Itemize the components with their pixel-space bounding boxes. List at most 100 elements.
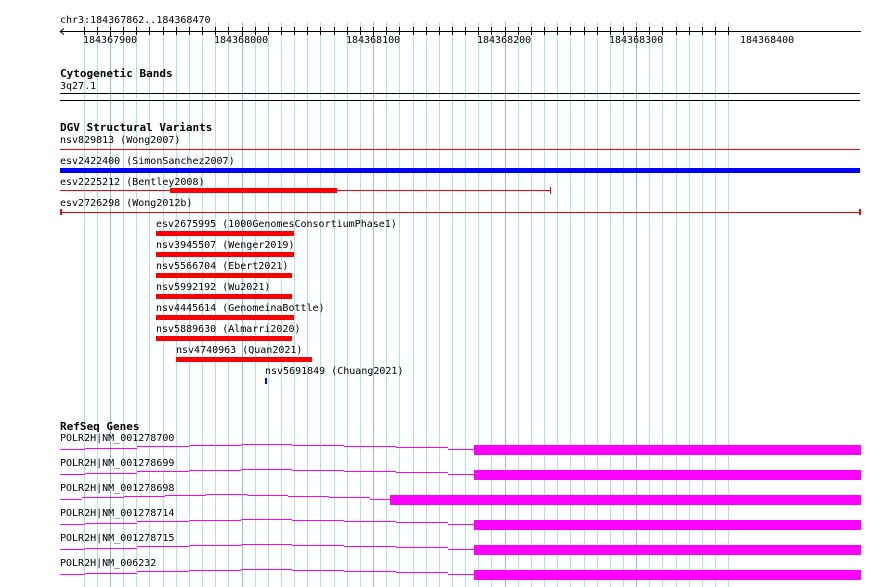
variant-bar[interactable] <box>265 378 267 384</box>
variant-bar[interactable] <box>156 315 294 320</box>
cytoband-line[interactable] <box>60 93 860 94</box>
gene-label: POLR2H|NM_001278699 <box>60 458 175 469</box>
intron-line[interactable] <box>85 448 137 449</box>
intron-line[interactable] <box>396 447 448 448</box>
exon-block[interactable] <box>474 545 861 555</box>
variant-label: nsv4740963 (Quan2021) <box>176 345 303 356</box>
variant-bar[interactable] <box>156 336 292 341</box>
variant-bar[interactable] <box>60 168 860 173</box>
variant-label: nsv5889630 (Almarri2020) <box>156 324 301 335</box>
intron-line[interactable] <box>292 470 344 471</box>
variant-bar[interactable] <box>156 252 294 257</box>
variant-bar[interactable] <box>550 187 551 194</box>
intron-line[interactable] <box>448 474 474 475</box>
intron-line[interactable] <box>288 496 329 497</box>
variant-label: nsv3945507 (Wenger2019) <box>156 240 295 251</box>
intron-line[interactable] <box>292 570 344 571</box>
track-title-cytobands: Cytogenetic Bands <box>60 67 173 80</box>
intron-line[interactable] <box>82 497 124 498</box>
intron-line[interactable] <box>189 570 241 571</box>
tick-label: 184367900 <box>83 35 138 46</box>
intron-line[interactable] <box>189 470 241 471</box>
cytoband-label[interactable]: 3q27.1 <box>60 81 96 92</box>
intron-line[interactable] <box>396 572 448 573</box>
location-label: chr3:184367862..184368470 <box>60 15 211 26</box>
variant-label: nsv5992192 (Wu2021) <box>156 282 271 293</box>
intron-line[interactable] <box>85 573 137 574</box>
intron-line[interactable] <box>241 544 292 545</box>
intron-line[interactable] <box>85 473 137 474</box>
gene-label: POLR2H|NM_001278698 <box>60 483 175 494</box>
intron-line[interactable] <box>137 471 189 472</box>
intron-line[interactable] <box>137 571 189 572</box>
tick-label: 184368200 <box>477 35 532 46</box>
intron-line[interactable] <box>137 446 189 447</box>
intron-line[interactable] <box>344 446 396 447</box>
intron-line[interactable] <box>60 574 85 575</box>
variant-bar[interactable] <box>156 231 294 236</box>
variant-bar[interactable] <box>859 209 861 215</box>
intron-line[interactable] <box>189 520 241 521</box>
intron-line[interactable] <box>396 472 448 473</box>
intron-line[interactable] <box>189 445 241 446</box>
intron-line[interactable] <box>60 499 82 500</box>
variant-bar[interactable] <box>156 294 292 299</box>
intron-line[interactable] <box>344 546 396 547</box>
tick-label: 184368300 <box>609 35 664 46</box>
exon-block[interactable] <box>390 495 861 505</box>
intron-line[interactable] <box>292 545 344 546</box>
intron-line[interactable] <box>448 549 474 550</box>
intron-line[interactable] <box>448 574 474 575</box>
gene-label: POLR2H|NM_001278714 <box>60 508 175 519</box>
track-divider <box>60 100 860 101</box>
intron-line[interactable] <box>189 545 241 546</box>
variant-bar[interactable] <box>156 273 292 278</box>
intron-line[interactable] <box>292 520 344 521</box>
variant-bar[interactable] <box>176 357 312 362</box>
variant-label: esv2675995 (1000GenomesConsortiumPhase1) <box>156 219 397 230</box>
intron-line[interactable] <box>448 449 474 450</box>
intron-line[interactable] <box>60 524 85 525</box>
exon-block[interactable] <box>474 445 861 455</box>
variant-bar[interactable] <box>60 209 62 215</box>
intron-line[interactable] <box>292 445 344 446</box>
intron-line[interactable] <box>241 444 292 445</box>
variant-bar[interactable] <box>170 188 337 193</box>
track-title-refseq: RefSeq Genes <box>60 420 140 433</box>
intron-line[interactable] <box>60 549 85 550</box>
intron-line[interactable] <box>85 548 137 549</box>
intron-line[interactable] <box>344 571 396 572</box>
intron-line[interactable] <box>206 494 247 495</box>
intron-line[interactable] <box>396 522 448 523</box>
intron-line[interactable] <box>165 495 206 496</box>
intron-line[interactable] <box>85 523 137 524</box>
exon-block[interactable] <box>474 570 861 580</box>
intron-line[interactable] <box>137 546 189 547</box>
variant-label: esv2225212 (Bentley2008) <box>60 177 205 188</box>
variant-label: nsv4445614 (GenomeinaBottle) <box>156 303 325 314</box>
intron-line[interactable] <box>241 519 292 520</box>
intron-line[interactable] <box>60 449 85 450</box>
track-title-dgv: DGV Structural Variants <box>60 121 213 134</box>
variant-bar[interactable] <box>60 212 860 213</box>
gene-label: POLR2H|NM_001278715 <box>60 533 175 544</box>
intron-line[interactable] <box>137 521 189 522</box>
intron-line[interactable] <box>60 474 85 475</box>
intron-line[interactable] <box>124 496 165 497</box>
intron-line[interactable] <box>448 524 474 525</box>
intron-line[interactable] <box>241 469 292 470</box>
exon-block[interactable] <box>474 520 861 530</box>
exon-block[interactable] <box>474 470 861 480</box>
intron-line[interactable] <box>329 497 370 498</box>
variant-bar[interactable] <box>60 149 860 150</box>
tick-label: 184368000 <box>214 35 269 46</box>
intron-line[interactable] <box>370 499 390 500</box>
variant-label: esv2726298 (Wong2012b) <box>60 198 193 209</box>
intron-line[interactable] <box>247 495 288 496</box>
gene-label: POLR2H|NM_001278700 <box>60 433 175 444</box>
intron-line[interactable] <box>344 521 396 522</box>
gene-label: POLR2H|NM_006232 <box>60 558 157 569</box>
intron-line[interactable] <box>344 471 396 472</box>
intron-line[interactable] <box>241 569 292 570</box>
intron-line[interactable] <box>396 547 448 548</box>
